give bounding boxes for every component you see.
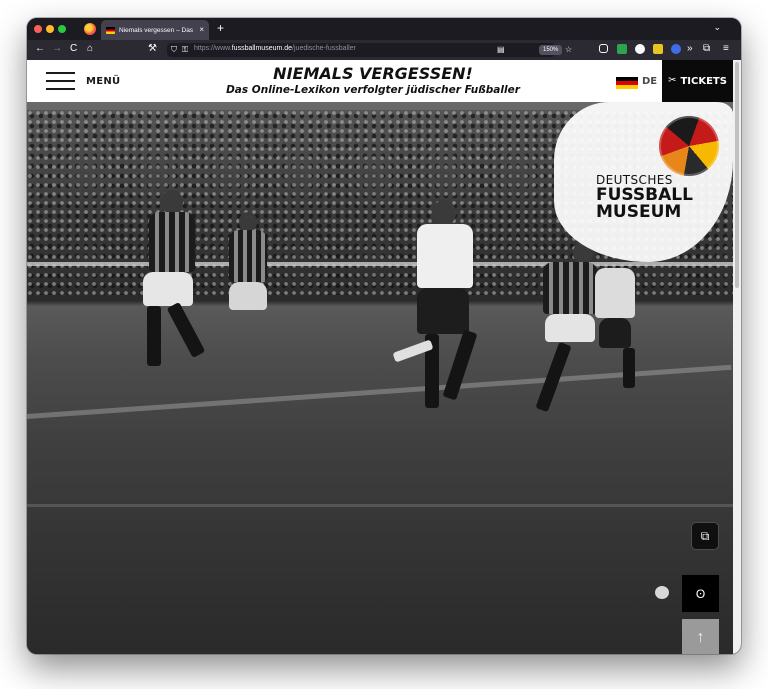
tab-title: Niemals vergessen – Das Onlin <box>119 26 195 34</box>
privacy-settings-button[interactable]: ʘ <box>682 575 719 612</box>
bookmark-star-icon[interactable]: ☆ <box>565 44 572 56</box>
zoom-level-badge[interactable]: 150% <box>539 45 563 55</box>
tab-list-chevron-icon[interactable]: ⌄ <box>713 22 721 33</box>
browser-window: Niemals vergessen – Das Onlin × + ⌄ ← → … <box>27 18 741 654</box>
arrow-up-icon: ↑ <box>696 628 705 646</box>
extension-blue-icon[interactable] <box>671 44 681 54</box>
tickets-label: TICKETS <box>680 75 727 87</box>
address-bar[interactable]: ⛉ ⚿ https://www.fussballmuseum.de/juedis… <box>167 43 572 57</box>
back-to-top-button[interactable]: ↑ <box>682 619 719 654</box>
maximize-window-button[interactable] <box>58 25 66 33</box>
close-window-button[interactable] <box>34 25 42 33</box>
reader-view-icon[interactable]: ▤ <box>497 44 505 56</box>
app-menu-icon[interactable]: ≡ <box>723 43 729 55</box>
picture-in-picture-button[interactable]: ⧉ <box>691 522 719 550</box>
german-flag-icon[interactable] <box>616 77 638 89</box>
museum-logo-line: MUSEUM <box>596 202 682 222</box>
museum-logo-text: DEUTSCHES FUSSBALL MUSEUM <box>596 174 693 221</box>
extension-yellow-icon[interactable] <box>653 44 663 54</box>
picture-in-picture-icon: ⧉ <box>700 529 710 543</box>
lock-icon[interactable]: ⚿ <box>182 44 188 56</box>
tools-icon[interactable]: ⚒ <box>148 43 157 55</box>
player-figure <box>127 190 217 420</box>
forward-icon[interactable]: → <box>52 43 62 55</box>
web-page: MENÜ NIEMALS VERGESSEN! Das Online-Lexik… <box>27 60 733 654</box>
overflow-chevrons-icon[interactable]: » <box>687 43 693 55</box>
site-title: NIEMALS VERGESSEN! <box>273 64 473 83</box>
tab-close-icon[interactable]: × <box>199 26 204 34</box>
scrollbar-thumb[interactable] <box>735 62 739 288</box>
navigation-toolbar: ← → C ⌂ ⚒ ⛉ ⚿ https://www.fussballmuseum… <box>27 40 741 60</box>
fingerprint-icon: ʘ <box>695 586 706 601</box>
back-icon[interactable]: ← <box>35 43 45 55</box>
extension-check-icon[interactable] <box>617 44 627 54</box>
menu-button-label[interactable]: MENÜ <box>86 76 120 87</box>
tab-strip: Niemals vergessen – Das Onlin × + ⌄ <box>27 18 741 40</box>
shield-icon[interactable]: ⛉ <box>171 44 177 56</box>
museum-ball-logo-icon <box>659 116 719 176</box>
new-tab-button[interactable]: + <box>217 21 224 35</box>
site-subtitle: Das Online-Lexikon verfolgter jüdischer … <box>226 84 520 96</box>
page-scrollbar[interactable] <box>733 60 741 654</box>
hero-video[interactable]: DEUTSCHES FUSSBALL MUSEUM ⧉ <box>27 102 733 654</box>
firefox-view-icon[interactable] <box>84 23 96 35</box>
url-text: https://www.fussballmuseum.de/juedische-… <box>194 45 356 52</box>
player-figure <box>387 200 497 450</box>
account-icon[interactable] <box>635 44 645 54</box>
site-header: MENÜ NIEMALS VERGESSEN! Das Online-Lexik… <box>27 60 733 102</box>
reload-icon[interactable]: C <box>70 43 77 55</box>
player-figure <box>523 242 643 432</box>
favicon-icon <box>106 26 115 34</box>
tickets-button[interactable]: ✂ TICKETS <box>662 60 733 102</box>
home-icon[interactable]: ⌂ <box>87 43 93 55</box>
minimize-window-button[interactable] <box>46 25 54 33</box>
ticket-icon: ✂ <box>668 75 677 86</box>
player-figure <box>217 212 277 392</box>
pocket-icon[interactable] <box>599 44 608 53</box>
site-brand[interactable]: NIEMALS VERGESSEN! Das Online-Lexikon ve… <box>177 64 569 97</box>
hamburger-menu-icon[interactable] <box>46 72 75 91</box>
tab-active[interactable]: Niemals vergessen – Das Onlin × <box>101 20 209 40</box>
extensions-puzzle-icon[interactable]: ⧉ <box>703 43 710 55</box>
language-switcher[interactable]: DE <box>642 76 657 87</box>
pitch-line <box>27 504 733 507</box>
football <box>655 586 669 599</box>
